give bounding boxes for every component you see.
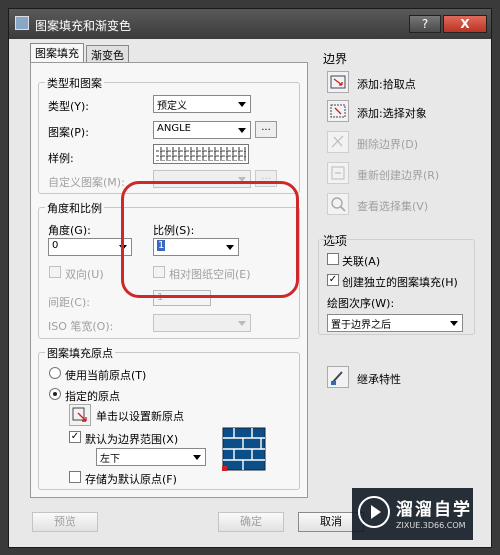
- angle-pattern-icon: [156, 147, 246, 161]
- pick-origin-icon: [72, 407, 87, 422]
- draw-order-label: 绘图次序(W):: [327, 297, 395, 310]
- use-current-origin-radio[interactable]: [49, 367, 61, 379]
- watermark: 溜溜自学 ZIXUE.3D66.COM: [352, 488, 473, 540]
- chevron-down-icon: [450, 321, 458, 326]
- pattern-browse-button[interactable]: ...: [255, 121, 277, 138]
- pattern-select[interactable]: ANGLE: [153, 121, 251, 139]
- tab-hatch[interactable]: 图案填充: [30, 43, 84, 64]
- recreate-boundary-icon: [331, 166, 345, 180]
- angle-select[interactable]: 0: [48, 238, 132, 256]
- hatch-origin-title: 图案填充原点: [45, 345, 115, 361]
- play-logo-icon: [358, 496, 390, 528]
- iso-pen-label: ISO 笔宽(O):: [48, 320, 114, 333]
- spacing-label: 间距(C):: [48, 296, 90, 309]
- highlight-annotation: [121, 181, 299, 298]
- associative-checkbox[interactable]: [327, 253, 339, 265]
- angle-label: 角度(G):: [48, 224, 91, 237]
- type-select[interactable]: 预定义: [153, 95, 251, 113]
- remove-boundaries-label: 删除边界(D): [357, 138, 419, 151]
- app-icon: [15, 16, 29, 30]
- origin-position-select[interactable]: 左下: [96, 448, 206, 466]
- set-origin-button[interactable]: [69, 404, 91, 426]
- pattern-value: ANGLE: [157, 123, 191, 134]
- add-select-objects-label: 添加:选择对象: [357, 107, 427, 120]
- angle-value: 0: [52, 240, 59, 251]
- specified-origin-radio[interactable]: [49, 388, 61, 400]
- dialog-title: 图案填充和渐变色: [35, 19, 132, 33]
- angle-scale-title: 角度和比例: [45, 200, 104, 216]
- independent-hatch-label: 创建独立的图案填充(H): [342, 276, 458, 289]
- add-select-objects-button[interactable]: [327, 100, 349, 122]
- add-pick-points-label: 添加:拾取点: [357, 78, 416, 91]
- origin-position-value: 左下: [100, 454, 120, 465]
- chevron-down-icon: [238, 102, 246, 107]
- preview-button[interactable]: 预览: [32, 512, 98, 532]
- iso-pen-select[interactable]: [153, 314, 251, 332]
- chevron-down-icon: [238, 128, 246, 133]
- type-pattern-title: 类型和图案: [45, 75, 104, 91]
- view-selections-button[interactable]: [327, 193, 349, 215]
- type-label: 类型(Y):: [48, 100, 90, 113]
- custom-pattern-label: 自定义图案(M):: [48, 176, 125, 189]
- default-extent-checkbox[interactable]: ✓: [69, 431, 81, 443]
- help-button[interactable]: ?: [409, 15, 441, 33]
- pattern-sample-swatch[interactable]: [153, 144, 249, 164]
- magnifier-icon: [331, 197, 346, 212]
- boundaries-title: 边界: [323, 52, 348, 66]
- tab-gradient[interactable]: 渐变色: [86, 45, 129, 63]
- brick-preview-icon: [222, 427, 266, 471]
- specified-origin-label: 指定的原点: [65, 390, 120, 403]
- chevron-down-icon: [193, 455, 201, 460]
- watermark-main-text: 溜溜自学: [396, 500, 472, 520]
- store-default-label: 存储为默认原点(F): [85, 473, 177, 486]
- remove-boundary-icon: [331, 135, 344, 148]
- view-selections-label: 查看选择集(V): [357, 200, 429, 213]
- draw-order-select[interactable]: 置于边界之后: [327, 314, 463, 332]
- select-objects-icon: [330, 104, 346, 118]
- independent-hatch-checkbox[interactable]: ✓: [327, 274, 339, 286]
- close-button[interactable]: X: [443, 15, 487, 33]
- sample-label: 样例:: [48, 152, 74, 165]
- click-set-origin-label: 单击以设置新原点: [96, 410, 184, 423]
- use-current-origin-label: 使用当前原点(T): [65, 369, 147, 382]
- ok-button[interactable]: 确定: [218, 512, 284, 532]
- inherit-properties-label: 继承特性: [357, 373, 401, 386]
- recreate-boundary-button[interactable]: [327, 162, 349, 184]
- inherit-properties-button[interactable]: [327, 366, 349, 388]
- recreate-boundary-label: 重新创建边界(R): [357, 169, 440, 182]
- pattern-label: 图案(P):: [48, 126, 89, 139]
- double-checkbox[interactable]: [49, 266, 61, 278]
- associative-label: 关联(A): [342, 255, 381, 268]
- add-pick-points-button[interactable]: [327, 71, 349, 93]
- default-extent-label: 默认为边界范围(X): [85, 433, 179, 446]
- watermark-sub-text: ZIXUE.3D66.COM: [396, 521, 466, 530]
- draw-order-value: 置于边界之后: [331, 320, 391, 331]
- paintbrush-icon: [331, 371, 343, 385]
- remove-boundaries-button[interactable]: [327, 131, 349, 153]
- pick-points-icon: [330, 75, 346, 89]
- chevron-down-icon: [238, 321, 246, 326]
- title-bar[interactable]: 图案填充和渐变色 ? X: [9, 9, 491, 39]
- double-label: 双向(U): [65, 268, 104, 281]
- store-default-checkbox[interactable]: [69, 471, 81, 483]
- type-value: 预定义: [157, 101, 187, 112]
